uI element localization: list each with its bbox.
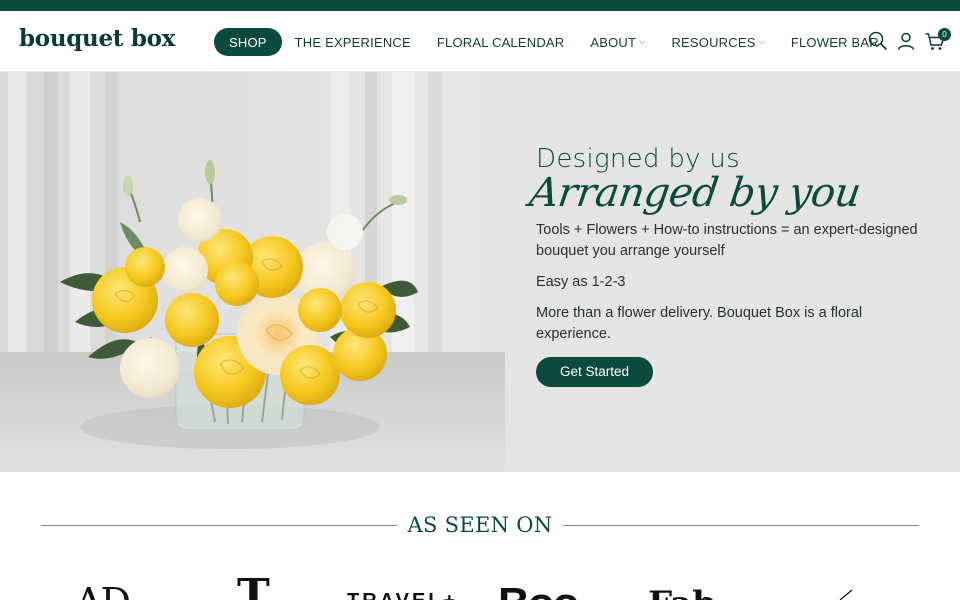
press-logo-travel: TRAVEL+	[347, 590, 458, 600]
nav-about[interactable]: ABOUT ⌵	[590, 28, 645, 56]
press-logo-fab: Fab	[648, 584, 716, 600]
brand-logo[interactable]: bouquet box	[19, 25, 175, 52]
press-title: AS SEEN ON	[407, 513, 553, 537]
hero-experience-text: More than a flower delivery. Bouquet Box…	[536, 305, 863, 342]
nav-the-experience[interactable]: THE EXPERIENCE	[295, 28, 411, 56]
flower-bouquet-image	[0, 72, 505, 472]
hero-copy: Designed by us Arranged by you Tools + F…	[527, 144, 936, 387]
get-started-button[interactable]: Get Started	[536, 357, 654, 387]
nav-resources[interactable]: RESOURCES ⌵	[671, 28, 764, 56]
site-header: bouquet box SHOP THE EXPERIENCE FLORAL C…	[0, 11, 960, 72]
hero-description: Tools + Flowers + How-to instructions = …	[536, 222, 918, 259]
nav-floral-calendar-label: FLORAL CALENDAR	[436, 34, 565, 50]
account-icon[interactable]	[895, 30, 917, 52]
nav-resources-label: RESOURCES	[671, 34, 756, 50]
press-logo-times: T	[237, 570, 270, 600]
nav-floral-calendar[interactable]: FLORAL CALENDAR	[437, 28, 565, 56]
nav-shop-label: SHOP	[229, 34, 267, 50]
divider	[563, 525, 919, 526]
main-nav: SHOP THE EXPERIENCE FLORAL CALENDAR ABOU…	[214, 28, 879, 56]
press-logo-ad: AD	[75, 580, 131, 600]
hero-script-headline: Arranged by you	[526, 170, 864, 216]
hero-banner: Designed by us Arranged by you Tools + F…	[0, 72, 960, 472]
divider	[41, 525, 397, 526]
nav-about-label: ABOUT	[590, 34, 637, 50]
press-logo-mark-icon	[839, 589, 853, 600]
nav-shop[interactable]: SHOP	[214, 28, 282, 56]
chevron-down-icon: ⌵	[639, 37, 646, 46]
as-seen-on-section: AS SEEN ON AD T TRAVEL+ Boo Fab	[0, 472, 960, 600]
chevron-down-icon: ⌵	[758, 37, 765, 46]
hero-tagline: Easy as 1-2-3	[536, 274, 626, 290]
search-icon[interactable]	[867, 30, 889, 52]
nav-the-experience-label: THE EXPERIENCE	[294, 34, 411, 50]
announcement-banner	[0, 0, 960, 11]
press-logo-boo: Boo	[498, 579, 580, 600]
cart-count-badge: 0	[938, 28, 951, 41]
